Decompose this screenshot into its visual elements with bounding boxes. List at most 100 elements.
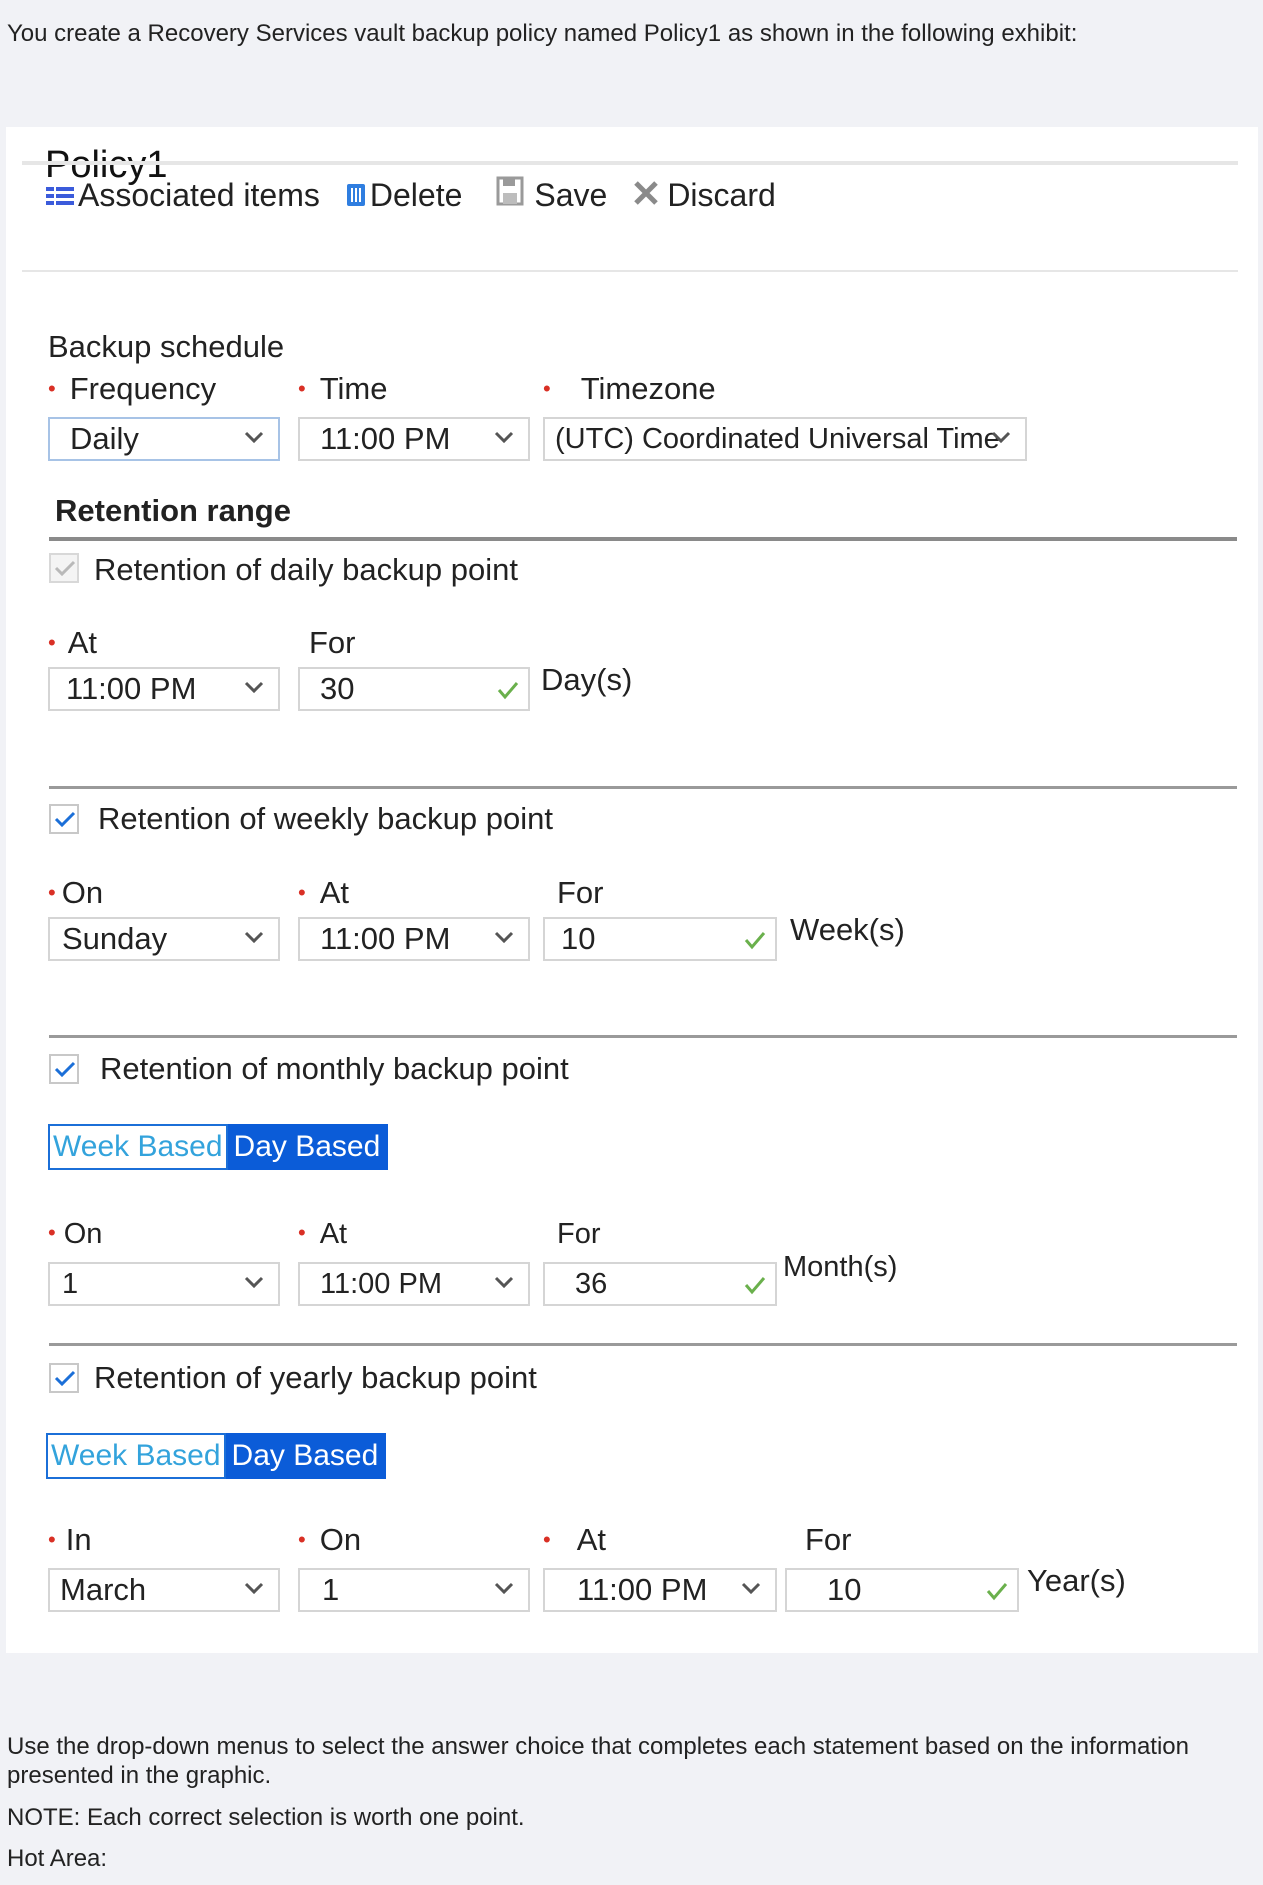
required-marker: • — [48, 1527, 56, 1552]
monthly-at-select[interactable]: 11:00 PM — [298, 1262, 530, 1306]
time-select[interactable]: 11:00 PM — [298, 417, 530, 461]
yearly-at-select[interactable]: 11:00 PM — [543, 1568, 777, 1612]
toolbar-divider — [22, 270, 1238, 272]
yearly-on-label: • On — [298, 1522, 362, 1557]
monthly-retention-checkbox[interactable] — [49, 1054, 79, 1084]
daily-unit: Day(s) — [541, 662, 633, 697]
yearly-unit: Year(s) — [1027, 1563, 1126, 1598]
timezone-label: • Timezone — [543, 371, 716, 406]
frequency-select[interactable]: Daily — [48, 417, 280, 461]
chevron-down-icon — [494, 1582, 514, 1595]
required-marker: • — [543, 1527, 551, 1552]
frequency-label: • Frequency — [48, 371, 217, 406]
chevron-down-icon — [991, 431, 1011, 444]
monthly-unit: Month(s) — [783, 1251, 898, 1283]
required-marker: • — [298, 1527, 306, 1552]
monthly-retention-label: Retention of monthly backup point — [100, 1051, 569, 1086]
intro-text: You create a Recovery Services vault bac… — [7, 20, 1078, 47]
weekly-at-select[interactable]: 11:00 PM — [298, 917, 530, 961]
daily-for-label: For — [309, 625, 356, 660]
chevron-down-icon — [244, 681, 264, 694]
daily-retention-label: Retention of daily backup point — [94, 552, 518, 587]
valid-check-icon — [986, 1583, 1008, 1601]
daily-at-label: • At — [48, 625, 97, 660]
yearly-on-select[interactable]: 1 — [298, 1568, 530, 1612]
hot-area-label: Hot Area: — [7, 1845, 108, 1872]
list-icon — [46, 177, 74, 214]
weekly-unit: Week(s) — [790, 912, 905, 947]
monthly-on-select[interactable]: 1 — [48, 1262, 280, 1306]
yearly-for-input[interactable]: 10 — [785, 1568, 1019, 1612]
weekly-divider — [49, 786, 1237, 789]
monthly-day-based-option[interactable]: Day Based — [227, 1124, 389, 1170]
monthly-at-label: • At — [298, 1218, 348, 1250]
weekly-for-label: For — [557, 875, 604, 910]
required-marker: • — [543, 376, 551, 401]
toolbar: Associated items Delete Save Discard — [46, 175, 802, 215]
delete-button[interactable]: Delete — [346, 176, 463, 214]
instruction-text: Use the drop-down menus to select the an… — [7, 1733, 1189, 1789]
yearly-at-label: • At — [543, 1522, 606, 1557]
trash-icon — [346, 177, 366, 214]
save-button[interactable]: Save — [496, 176, 607, 214]
yearly-in-label: • In — [48, 1522, 92, 1557]
chevron-down-icon — [494, 431, 514, 444]
discard-label: Discard — [667, 176, 776, 213]
chevron-down-icon — [494, 931, 514, 944]
required-marker: • — [298, 376, 306, 401]
monthly-divider — [49, 1035, 1237, 1038]
chevron-down-icon — [244, 1582, 264, 1595]
retention-divider — [49, 537, 1237, 541]
policy-panel: Policy1 Associated items Delete Save Dis… — [6, 127, 1258, 1653]
note-text: NOTE: Each correct selection is worth on… — [7, 1804, 525, 1831]
close-icon — [633, 177, 659, 214]
monthly-for-input[interactable]: 36 — [543, 1262, 777, 1306]
monthly-on-label: • On — [48, 1218, 103, 1250]
yearly-divider — [49, 1343, 1237, 1346]
chevron-down-icon — [244, 431, 264, 444]
save-label: Save — [534, 176, 608, 213]
chevron-down-icon — [244, 931, 264, 944]
yearly-retention-checkbox[interactable] — [49, 1363, 79, 1393]
weekly-on-select[interactable]: Sunday — [48, 917, 280, 961]
weekly-retention-checkbox[interactable] — [49, 804, 79, 834]
associated-items-label: Associated items — [78, 176, 320, 213]
save-icon — [496, 176, 524, 214]
delete-label: Delete — [369, 176, 463, 213]
valid-check-icon — [744, 932, 766, 950]
daily-at-select[interactable]: 11:00 PM — [48, 667, 280, 711]
required-marker: • — [298, 1220, 306, 1245]
daily-retention-checkbox[interactable] — [49, 553, 79, 583]
monthly-week-based-option[interactable]: Week Based — [48, 1124, 228, 1170]
weekly-retention-label: Retention of weekly backup point — [98, 801, 553, 836]
required-marker: • — [48, 630, 56, 655]
backup-schedule-heading: Backup schedule — [48, 329, 285, 364]
timezone-select[interactable]: (UTC) Coordinated Universal Time — [543, 417, 1027, 461]
checkmark-icon — [54, 811, 76, 828]
required-marker: • — [48, 880, 56, 905]
required-marker: • — [48, 376, 56, 401]
monthly-mode-toggle: Week Based Day Based — [48, 1124, 389, 1170]
valid-check-icon — [744, 1277, 766, 1295]
chevron-down-icon — [244, 1276, 264, 1289]
checkmark-icon — [54, 1370, 76, 1387]
monthly-for-label: For — [557, 1218, 601, 1250]
yearly-retention-label: Retention of yearly backup point — [94, 1360, 537, 1395]
weekly-on-label: • On — [48, 875, 104, 910]
time-label: • Time — [298, 371, 388, 406]
required-marker: • — [298, 880, 306, 905]
discard-button[interactable]: Discard — [633, 176, 776, 214]
weekly-for-input[interactable]: 10 — [543, 917, 777, 961]
yearly-for-label: For — [805, 1522, 852, 1557]
chevron-down-icon — [741, 1582, 761, 1595]
daily-for-input[interactable]: 30 — [298, 667, 530, 711]
checkmark-icon — [54, 1061, 76, 1078]
yearly-day-based-option[interactable]: Day Based — [225, 1433, 387, 1479]
associated-items-button[interactable]: Associated items — [46, 177, 320, 214]
yearly-mode-toggle: Week Based Day Based — [46, 1433, 387, 1479]
chevron-down-icon — [494, 1276, 514, 1289]
retention-range-heading: Retention range — [55, 493, 291, 528]
yearly-in-select[interactable]: March — [48, 1568, 280, 1612]
required-marker: • — [48, 1220, 56, 1245]
yearly-week-based-option[interactable]: Week Based — [46, 1433, 226, 1479]
